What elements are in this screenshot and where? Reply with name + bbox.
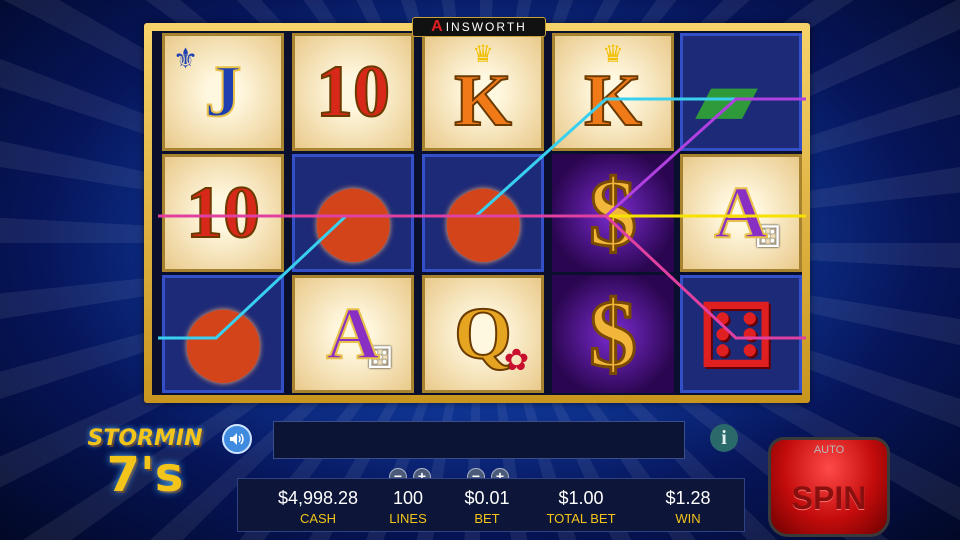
cash-label: CASH: [299, 511, 337, 526]
fleur-de-lis-icon: ⚜: [173, 43, 199, 74]
sound-button[interactable]: [222, 424, 252, 454]
ainsworth-logo-icon: A: [431, 18, 445, 35]
chips-icon: ⬤: [313, 180, 394, 260]
cash-stat: $4,998.28 CASH: [266, 488, 370, 526]
reel-symbol: ✿ Q: [422, 275, 544, 393]
win-value: $1.28: [665, 488, 711, 508]
win-label: WIN: [675, 511, 701, 526]
reel-symbol: ♛ K: [422, 33, 544, 151]
symbol-glyph: 10: [185, 172, 261, 254]
info-button[interactable]: i: [710, 424, 738, 452]
reel-symbol: $: [552, 154, 674, 272]
reel-symbol: $: [552, 275, 674, 393]
reel-2: 10 ⬤ ⚄ A: [292, 31, 414, 395]
total-bet-stat: $1.00 TOTAL BET: [536, 488, 626, 526]
total-bet-value: $1.00: [558, 488, 604, 508]
win-stat: $1.28 WIN: [648, 488, 728, 526]
spin-button[interactable]: AUTO SPIN: [768, 437, 890, 537]
brand-name: INSWORTH: [445, 20, 527, 34]
reel-symbol: ♛ K: [552, 33, 674, 151]
auto-label: AUTO: [813, 444, 845, 456]
symbol-glyph: $: [588, 280, 639, 387]
reel-symbol: ⚅: [680, 275, 802, 393]
stats-panel: $4,998.28 CASH 100 LINES $0.01 BET $1.00…: [237, 478, 745, 532]
bet-stat: $0.01 BET: [452, 488, 522, 526]
reel-4: ♛ K $ $: [552, 31, 674, 395]
reel-symbol: 10: [162, 154, 284, 272]
game-logo: STORMIN 7's: [70, 426, 220, 526]
symbol-glyph: J: [204, 51, 243, 133]
reel-grid: ⚜ J 10 ⬤ 10 ⬤ ⚄ A ♛ K ⬤ ✿ Q ♛ K $ $ ▰ ⚄ A ⚅: [152, 31, 802, 395]
info-icon: i: [721, 426, 727, 449]
cash-icon: ▰: [695, 52, 759, 143]
bet-label: BET: [474, 511, 500, 526]
symbol-glyph: Q: [453, 293, 513, 375]
symbol-glyph: A: [713, 172, 768, 254]
symbol-glyph: 10: [315, 51, 391, 133]
symbol-glyph: K: [453, 60, 513, 142]
reel-symbol: 10: [292, 33, 414, 151]
reel-frame: ⚜ J 10 ⬤ 10 ⬤ ⚄ A ♛ K ⬤ ✿ Q ♛ K $ $ ▰ ⚄ A ⚅: [144, 23, 810, 403]
reel-symbol: ⚄ A: [680, 154, 802, 272]
reel-symbol: ⬤: [162, 275, 284, 393]
chips-icon: ⬤: [183, 301, 264, 381]
lines-value: 100: [392, 488, 424, 508]
message-bar: [273, 421, 685, 459]
spin-label: SPIN: [791, 480, 867, 516]
reel-symbol: ⚄ A: [292, 275, 414, 393]
symbol-glyph: A: [325, 293, 380, 375]
reel-symbol: ▰: [680, 33, 802, 151]
reel-symbol: ⬤: [292, 154, 414, 272]
lines-label: LINES: [389, 511, 427, 526]
red-dice-icon: ⚅: [697, 287, 776, 387]
chips-icon: ⬤: [443, 180, 524, 260]
lines-stat: 100 LINES: [378, 488, 438, 526]
symbol-glyph: K: [583, 60, 643, 142]
speaker-icon: [230, 433, 244, 445]
reel-symbol: ⚜ J: [162, 33, 284, 151]
reel-symbol: ⬤: [422, 154, 544, 272]
symbol-glyph: $: [588, 159, 639, 266]
reel-1: ⚜ J 10 ⬤: [162, 31, 284, 395]
total-bet-label: TOTAL BET: [546, 511, 616, 526]
cash-value: $4,998.28: [277, 488, 359, 508]
bet-value: $0.01: [464, 488, 510, 508]
brand-badge: A INSWORTH: [412, 17, 546, 37]
reel-3: ♛ K ⬤ ✿ Q: [422, 31, 544, 395]
reel-5: ▰ ⚄ A ⚅: [680, 31, 802, 395]
game-logo-line2: 7's: [106, 447, 184, 503]
